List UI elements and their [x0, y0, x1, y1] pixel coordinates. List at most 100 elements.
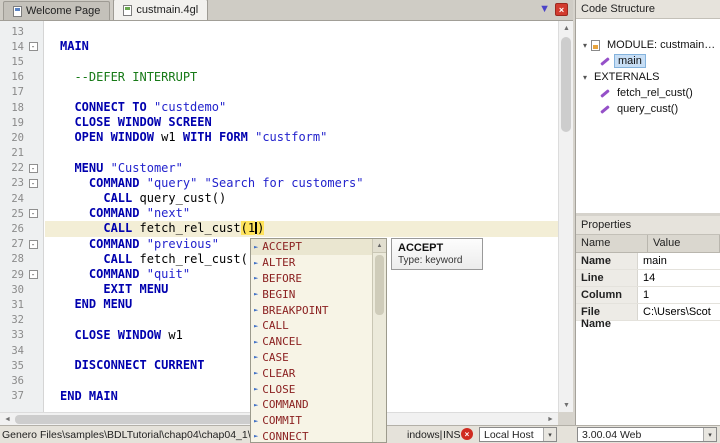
- expander-icon[interactable]: ▾: [579, 41, 591, 50]
- keyword-icon: ►: [254, 338, 258, 346]
- code-line[interactable]: [45, 54, 558, 69]
- properties-column-value[interactable]: Value: [648, 235, 720, 252]
- code-token: [60, 161, 74, 175]
- autocomplete-item[interactable]: ►CONNECT: [251, 429, 372, 443]
- autocomplete-item[interactable]: ► BEGIN: [251, 286, 372, 302]
- fold-toggle-icon[interactable]: -: [29, 209, 38, 218]
- code-line[interactable]: CONNECT TO "custdemo": [45, 100, 558, 115]
- code-token: "next": [147, 206, 190, 220]
- fold-toggle-icon[interactable]: -: [29, 270, 38, 279]
- tree-item-module-custmain-4gl[interactable]: ▾MODULE: custmain.4gl: [576, 37, 720, 53]
- filter-icon[interactable]: ▼: [539, 3, 550, 16]
- chevron-down-icon[interactable]: ▾: [703, 428, 716, 441]
- autocomplete-item[interactable]: ►CASE: [251, 350, 372, 366]
- code-token: WITH FORM: [183, 130, 248, 144]
- autocomplete-item[interactable]: ►CLEAR: [251, 365, 372, 381]
- code-token: COMMAND: [89, 176, 140, 190]
- code-token: [60, 70, 74, 84]
- property-value[interactable]: C:\Users\Scot: [638, 304, 720, 320]
- property-value[interactable]: 1: [638, 287, 720, 303]
- editor-vertical-scrollbar[interactable]: ▲ ▼: [558, 21, 573, 412]
- horizontal-scroll-thumb[interactable]: [15, 415, 285, 424]
- status-file-path: Genero Files\samples\BDLTutorial\chap04\…: [2, 429, 256, 441]
- code-token: END MENU: [74, 297, 132, 311]
- autocomplete-item[interactable]: ►ACCEPT: [251, 239, 372, 255]
- gutter-row: 20: [0, 130, 43, 145]
- properties-table: NamemainLine14Column1File NameC:\Users\S…: [576, 253, 720, 321]
- code-token: [60, 328, 74, 342]
- tab-welcome-page[interactable]: Welcome Page: [3, 1, 110, 20]
- vertical-scroll-thumb[interactable]: [561, 37, 571, 132]
- gutter-row: 26: [0, 221, 43, 236]
- code-line[interactable]: --DEFER INTERRUPT: [45, 70, 558, 85]
- autocomplete-item[interactable]: ►BEFORE: [251, 271, 372, 287]
- properties-column-name[interactable]: Name: [576, 235, 648, 252]
- tree-item-externals[interactable]: ▾EXTERNALS: [576, 69, 720, 85]
- autocomplete-item-label: ACCEPT: [262, 240, 302, 253]
- tree-item-main[interactable]: main: [576, 53, 720, 69]
- autocomplete-item[interactable]: ►ALTER: [251, 255, 372, 271]
- code-token: "Search for customers": [205, 176, 364, 190]
- code-line[interactable]: COMMAND "query" "Search for customers": [45, 176, 558, 191]
- autocomplete-item[interactable]: ►COMMIT: [251, 413, 372, 429]
- line-number: 22: [0, 162, 24, 174]
- autocomplete-item[interactable]: ►CANCEL: [251, 334, 372, 350]
- property-value[interactable]: main: [638, 253, 720, 269]
- properties-column-headers: NameValue: [576, 235, 720, 253]
- keyword-icon: ►: [254, 385, 258, 393]
- code-token: "custdemo": [154, 100, 226, 114]
- code-line[interactable]: [45, 85, 558, 100]
- fold-toggle-icon[interactable]: -: [29, 164, 38, 173]
- gutter-row: 35: [0, 358, 43, 373]
- autocomplete-scrollbar[interactable]: ▲: [372, 239, 386, 442]
- line-number: 28: [0, 253, 24, 265]
- expander-icon[interactable]: ▾: [579, 73, 591, 82]
- chevron-down-icon[interactable]: ▾: [543, 428, 556, 441]
- code-line[interactable]: COMMAND "next": [45, 206, 558, 221]
- gutter-row: 30: [0, 282, 43, 297]
- gutter-row: 29-: [0, 267, 43, 282]
- fold-column: -: [24, 270, 42, 279]
- line-number: 31: [0, 299, 24, 311]
- code-line[interactable]: CALL query_cust(): [45, 191, 558, 206]
- keyword-icon: ►: [254, 290, 258, 298]
- autocomplete-scroll-thumb[interactable]: [375, 255, 384, 315]
- tree-item-fetch-rel-cust[interactable]: fetch_rel_cust(): [576, 85, 720, 101]
- host-select[interactable]: Local Host ▾: [479, 427, 557, 442]
- property-value[interactable]: 14: [638, 270, 720, 286]
- fold-toggle-icon[interactable]: -: [29, 179, 38, 188]
- autocomplete-item[interactable]: ►COMMAND: [251, 397, 372, 413]
- fold-toggle-icon[interactable]: -: [29, 42, 38, 51]
- code-line[interactable]: OPEN WINDOW w1 WITH FORM "custform": [45, 130, 558, 145]
- code-line[interactable]: [45, 146, 558, 161]
- tab-label: custmain.4gl: [136, 4, 198, 16]
- tab-custmain-4gl[interactable]: custmain.4gl: [113, 0, 208, 20]
- tree-item-query-cust[interactable]: query_cust(): [576, 101, 720, 117]
- autocomplete-item[interactable]: ► CLOSE: [251, 381, 372, 397]
- scroll-up-icon[interactable]: ▲: [559, 21, 574, 35]
- code-line[interactable]: CALL fetch_rel_cust(1): [45, 221, 558, 236]
- autocomplete-item-label: CLOSE: [262, 383, 295, 396]
- keyword-icon: ►: [254, 306, 258, 314]
- close-icon[interactable]: ×: [555, 3, 568, 16]
- autocomplete-item[interactable]: ►BREAKPOINT: [251, 302, 372, 318]
- keyword-icon: ►: [254, 322, 258, 330]
- code-line[interactable]: MAIN: [45, 39, 558, 54]
- version-select[interactable]: 3.00.04 Web ▾: [577, 427, 717, 442]
- code-token: CALL: [103, 252, 132, 266]
- code-line[interactable]: [45, 24, 558, 39]
- code-line[interactable]: MENU "Customer": [45, 161, 558, 176]
- code-line[interactable]: CLOSE WINDOW SCREEN: [45, 115, 558, 130]
- scroll-up-icon[interactable]: ▲: [373, 239, 386, 253]
- editor-tabbar: Welcome Page custmain.4gl: [0, 0, 573, 21]
- autocomplete-item-label: CALL: [262, 319, 289, 332]
- autocomplete-item[interactable]: ► CALL: [251, 318, 372, 334]
- code-token: CALL: [103, 191, 132, 205]
- code-token: CALL: [103, 221, 132, 235]
- error-icon[interactable]: ×: [461, 428, 473, 440]
- code-token: "quit": [147, 267, 190, 281]
- fold-toggle-icon[interactable]: -: [29, 240, 38, 249]
- gutter-row: 14-: [0, 39, 43, 54]
- autocomplete-item-label: BEGIN: [262, 288, 295, 301]
- scroll-down-icon[interactable]: ▼: [559, 398, 574, 412]
